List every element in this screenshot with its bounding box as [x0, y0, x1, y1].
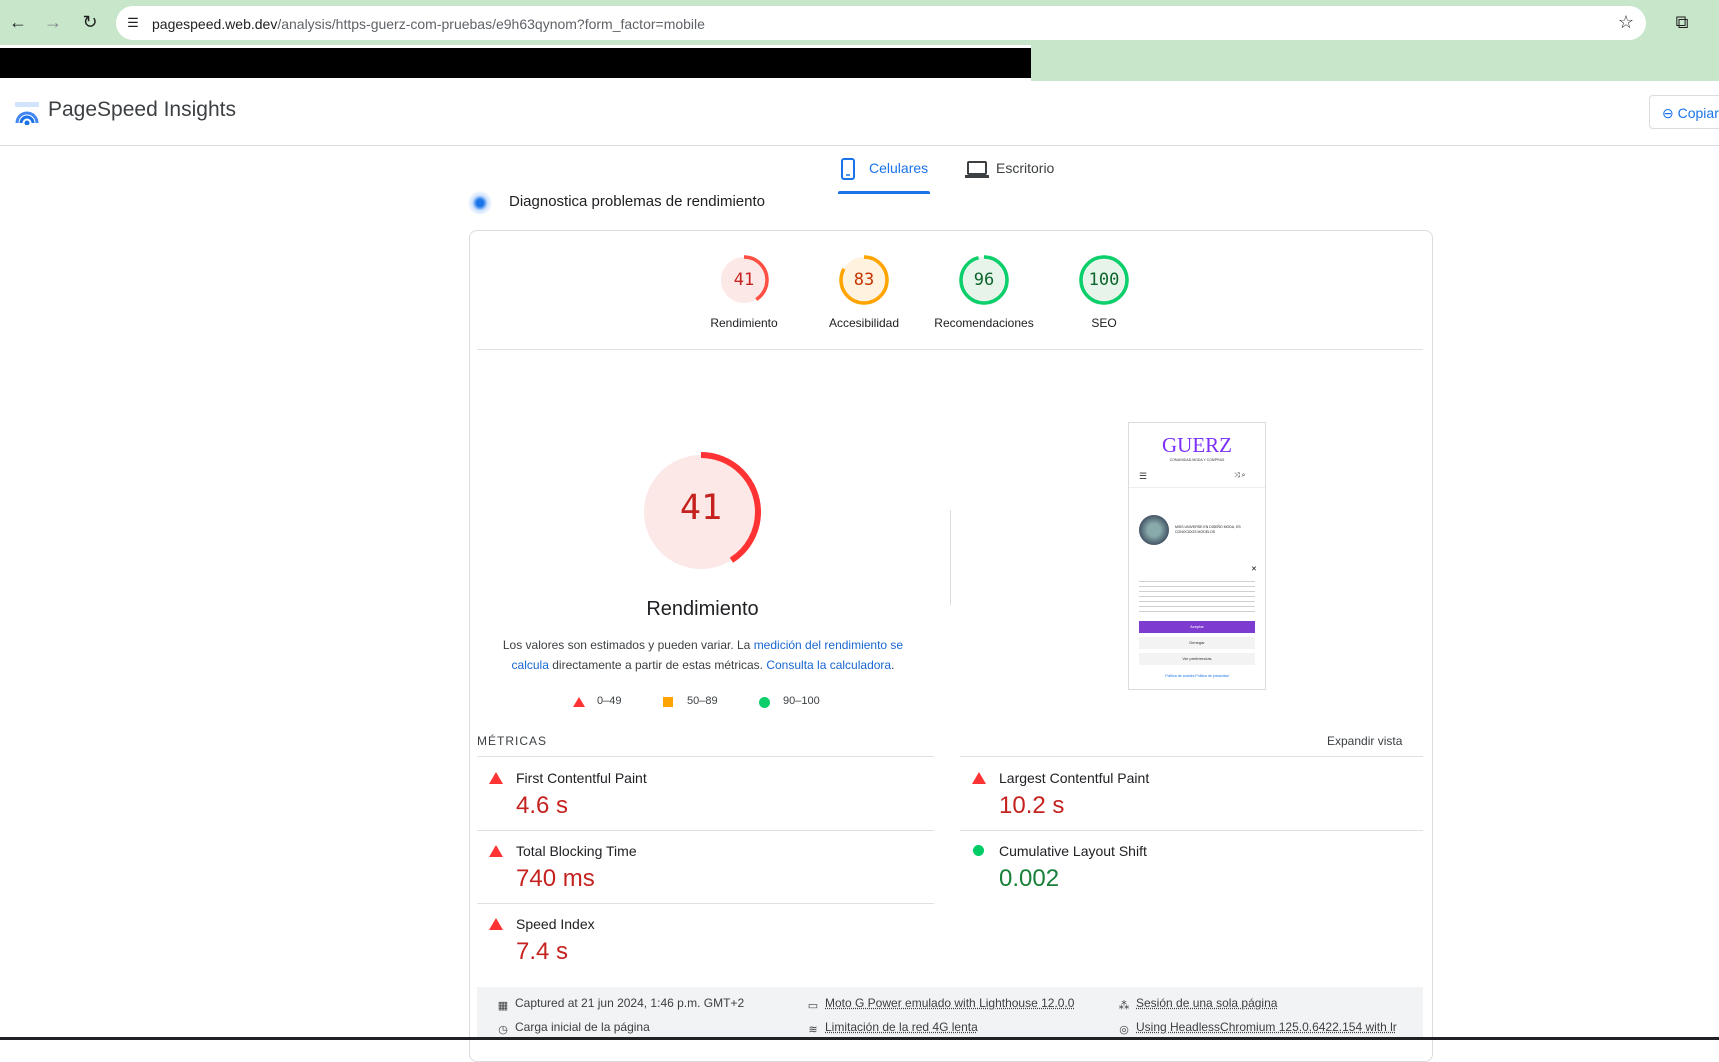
- screenshot-brand: GUERZ: [1162, 433, 1232, 457]
- si-poor-icon: [489, 918, 503, 930]
- performance-score: 41: [679, 488, 723, 528]
- tab-desktop[interactable]: Escritorio: [996, 160, 1054, 176]
- accessibility-score-label: Accesibilidad: [828, 316, 900, 330]
- si-value: 7.4 s: [516, 938, 569, 965]
- diagnostic-icon: [468, 191, 492, 215]
- wifi-icon: ≋: [808, 1024, 818, 1036]
- screenshot-prefs: Ver preferencias: [1139, 653, 1255, 665]
- session-info[interactable]: ⁂ Sesión de una sola página: [1118, 996, 1278, 1012]
- screenshot-accept: Aceptar: [1139, 621, 1255, 633]
- link-icon: ⊖: [1662, 105, 1678, 121]
- legend-average: 50–89: [687, 695, 718, 707]
- screenshot-links: Política de cookies Política de privacid…: [1165, 674, 1229, 678]
- legend-good: 90–100: [783, 695, 820, 707]
- bookmark-star-icon[interactable]: ☆: [1614, 10, 1638, 34]
- tab-mobile[interactable]: Celulares: [869, 160, 928, 176]
- forward-icon[interactable]: →: [41, 10, 65, 34]
- laptop-icon: [965, 161, 989, 178]
- lcp-name: Largest Contentful Paint: [999, 770, 1150, 786]
- redacted-bar: [0, 48, 1031, 78]
- active-tab-indicator: [838, 191, 930, 194]
- cls-name: Cumulative Layout Shift: [999, 843, 1147, 859]
- best-practices-score-gauge[interactable]: 96: [958, 254, 1010, 306]
- phone-icon: [841, 158, 855, 180]
- pagespeed-logo-icon: [15, 102, 39, 125]
- performance-score-label: Rendimiento: [710, 316, 778, 330]
- screenshot-avatar: [1139, 515, 1169, 545]
- performance-title: Rendimiento: [646, 598, 759, 620]
- tbt-poor-icon: [489, 845, 503, 857]
- screenshot-shuffle-icon: ⤨ ⌕: [1234, 472, 1246, 479]
- performance-score-gauge[interactable]: 41: [718, 254, 770, 306]
- seo-score-label: SEO: [1091, 316, 1117, 330]
- fcp-poor-icon: [489, 772, 503, 784]
- site-info-icon[interactable]: ☰: [121, 11, 145, 35]
- screenshot-menu-icon: ☰: [1139, 471, 1148, 481]
- seo-score-gauge[interactable]: 100: [1078, 254, 1130, 306]
- accessibility-score-gauge[interactable]: 83: [838, 254, 890, 306]
- cls-good-icon: [973, 845, 984, 856]
- poor-legend-icon: [573, 697, 585, 707]
- seo-score-value: 100: [1088, 270, 1120, 290]
- si-name: Speed Index: [516, 916, 595, 932]
- screenshot-tagline: COMUNIDAD,MODA Y COMPRAS: [1169, 458, 1225, 462]
- app-title: PageSpeed Insights: [48, 98, 236, 121]
- lcp-poor-icon: [972, 772, 986, 784]
- device-info[interactable]: ▭ Moto G Power emulado with Lighthouse 12…: [807, 996, 1075, 1012]
- browser-info[interactable]: ◎ Using HeadlessChromium 125.0.6422.154 w…: [1118, 1020, 1397, 1036]
- devices-icon: ▭: [807, 1000, 819, 1012]
- copy-link-button[interactable]: ⊖ Copiar: [1649, 95, 1719, 129]
- fcp-value: 4.6 s: [516, 792, 569, 819]
- page-screenshot: GUERZ COMUNIDAD,MODA Y COMPRAS ☰ ⤨ ⌕ MIS…: [1128, 422, 1266, 690]
- fcp-name: First Contentful Paint: [516, 770, 647, 786]
- legend-poor: 0–49: [597, 695, 622, 707]
- lcp-value: 10.2 s: [999, 792, 1065, 819]
- app-header: PageSpeed Insights ⊖ Copiar: [0, 81, 1719, 146]
- back-icon[interactable]: ←: [6, 10, 30, 34]
- performance-score-value: 41: [733, 270, 755, 290]
- url-text[interactable]: pagespeed.web.dev/analysis/https-guerz-c…: [152, 16, 705, 32]
- timer-icon: ◷: [498, 1024, 508, 1036]
- metrics-heading: MÉTRICAS: [477, 734, 548, 748]
- accessibility-score-value: 83: [853, 270, 875, 290]
- cls-value: 0.002: [999, 865, 1060, 892]
- best-practices-score-label: Recomendaciones: [934, 316, 1034, 330]
- average-legend-icon: [663, 697, 673, 707]
- vertical-divider: [950, 510, 951, 605]
- screenshot-deny: Denegar: [1139, 637, 1255, 649]
- extensions-icon[interactable]: ⧉: [1670, 10, 1694, 34]
- chrome-icon: ◎: [1119, 1024, 1129, 1036]
- performance-description: Los valores son estimados y pueden varia…: [502, 638, 904, 672]
- tbt-name: Total Blocking Time: [516, 843, 637, 859]
- calculator-link[interactable]: Consulta la calculadora: [766, 658, 891, 672]
- network-info[interactable]: ≋ Limitación de la red 4G lenta: [807, 1020, 977, 1036]
- calendar-icon: ▦: [497, 1000, 509, 1012]
- diagnostic-title: Diagnostica problemas de rendimiento: [509, 193, 765, 210]
- captured-info: ▦ Captured at 21 jun 2024, 1:46 p.m. GMT+…: [497, 996, 745, 1012]
- nodes-icon: ⁂: [1118, 1000, 1130, 1012]
- good-legend-icon: [759, 697, 770, 708]
- screenshot-close-icon: ✕: [1251, 566, 1257, 573]
- initial-load-info: ◷ Carga inicial de la página: [498, 1020, 650, 1036]
- best-practices-score-value: 96: [973, 270, 995, 290]
- screenshot-post-title: MISS UNIVERSE EN DISEÑO MODA, ES CONOCID…: [1175, 525, 1241, 534]
- tbt-value: 740 ms: [516, 865, 595, 892]
- reload-icon[interactable]: ↻: [78, 10, 102, 34]
- bookmarks-bar: [1031, 45, 1719, 81]
- divider: [477, 349, 1423, 350]
- screenshot-consent-text: [1139, 581, 1255, 613]
- expand-view-button[interactable]: Expandir vista: [1327, 734, 1402, 748]
